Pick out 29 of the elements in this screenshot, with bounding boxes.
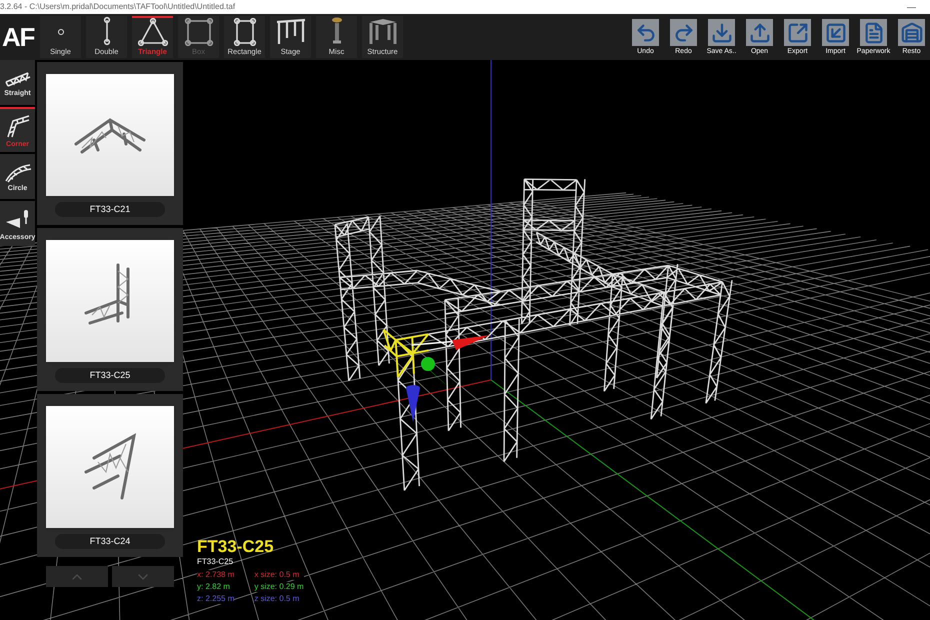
selected-part-title: FT33-C25	[197, 536, 275, 557]
triangle-icon	[138, 18, 168, 46]
product-name: FT33-C24	[55, 534, 165, 549]
rectangle-icon	[232, 18, 256, 46]
product-name: FT33-C21	[55, 202, 165, 217]
dot-icon	[56, 28, 64, 36]
straight-truss-icon	[4, 70, 32, 88]
selected-part-code: FT33-C25	[197, 557, 234, 567]
minimize-button[interactable]: —	[907, 2, 916, 12]
coordinate-readout: z: 2.255 m	[197, 594, 234, 604]
product-card[interactable]: FT33-C25	[37, 228, 183, 391]
structure-icon	[366, 18, 398, 46]
coordinate-readout: y size: 0.29 m	[254, 582, 304, 592]
coordinate-readout: x: 2.738 m	[197, 570, 234, 580]
app-logo: AF	[1, 24, 36, 50]
product-card[interactable]: FT33-C21	[37, 62, 183, 225]
move-gizmo-drawing[interactable]	[406, 335, 490, 422]
curved-truss-icon	[4, 163, 32, 183]
line-icon	[102, 16, 112, 46]
truss-structure-drawing[interactable]	[334, 178, 733, 492]
corner-truss-icon	[4, 113, 30, 139]
table-icon	[274, 18, 306, 46]
window-title: 3.2.64 - C:\Users\m.pridal\Documents\TAFTool\Untitled\Untitled.taf	[0, 1, 236, 13]
square-icon	[184, 18, 214, 46]
stand-icon	[330, 16, 344, 46]
selected-truss-piece[interactable]	[382, 328, 430, 378]
product-card[interactable]: FT33-C24	[37, 394, 183, 557]
product-name: FT33-C25	[55, 368, 165, 383]
coordinate-readout: x size: 0.5 m	[254, 570, 304, 580]
